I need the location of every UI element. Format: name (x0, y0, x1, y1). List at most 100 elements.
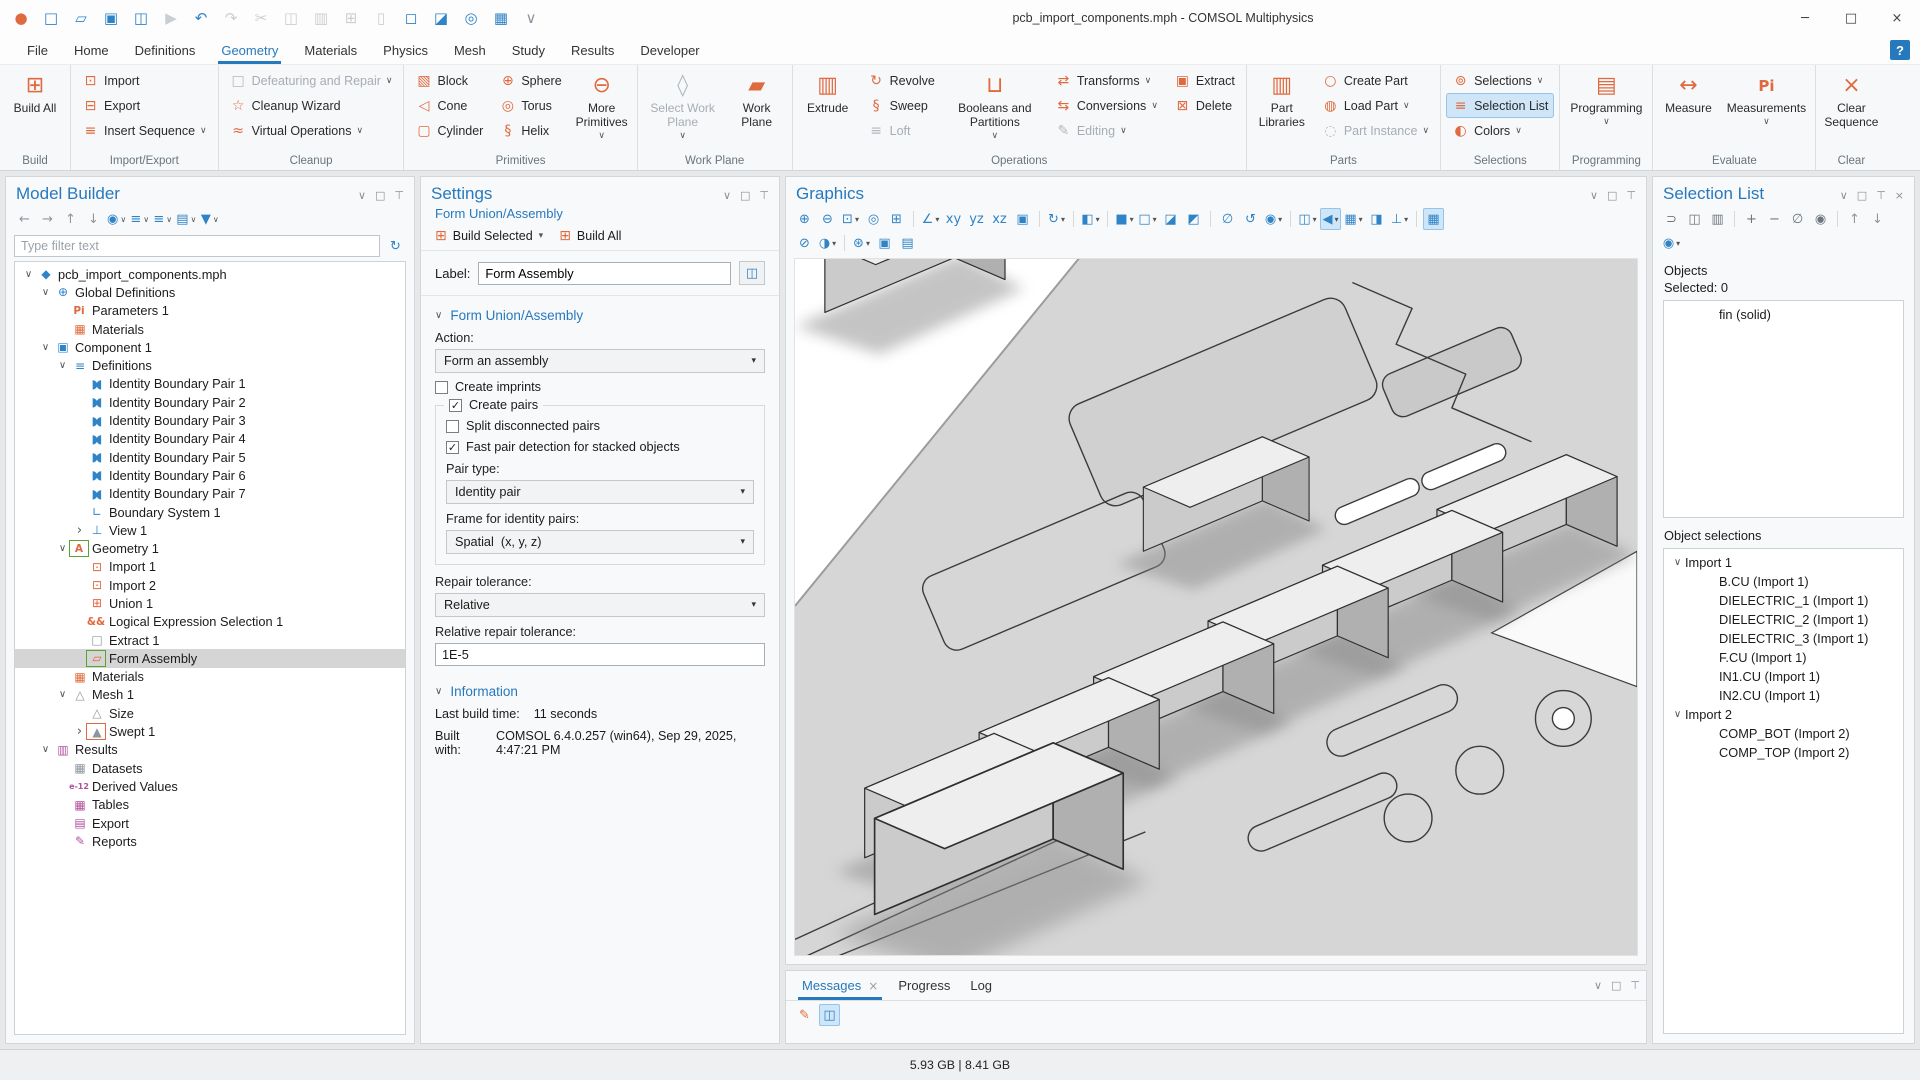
remove-color-button[interactable]: ⊘▾ (794, 232, 815, 254)
tree-item-size[interactable]: △ Size (15, 704, 405, 722)
environment-button[interactable]: ◨▾ (1366, 208, 1387, 230)
virtual-operations-button[interactable]: ≈Virtual Operations∨ (224, 118, 399, 143)
tree-item-identity-boundary-pair-6[interactable]: ◗◖ Identity Boundary Pair 6 (15, 466, 405, 484)
tree-item-geometry-1[interactable]: A Geometry 1 (15, 539, 405, 557)
build-all-settings-button[interactable]: ⊞ Build All (559, 228, 621, 244)
tree-item-global-definitions[interactable]: ⊕ Global Definitions (15, 283, 405, 301)
float-panel-icon[interactable]: □ (375, 190, 385, 201)
menu-materials[interactable]: Materials (291, 36, 370, 64)
float-panel-icon[interactable]: □ (1611, 980, 1621, 991)
part-libraries-button[interactable]: ▥ Part Libraries (1250, 68, 1314, 154)
message-options-button[interactable]: ◫▾ (819, 1004, 840, 1026)
collapse-panel-icon[interactable]: ∨ (358, 190, 366, 201)
relative-repair-tolerance-input[interactable]: 1E-5 (435, 643, 765, 666)
pair-type-select[interactable]: Identity pair▾ (446, 480, 754, 504)
build-selected-button[interactable]: ⊞ Build Selected▾ (435, 228, 543, 244)
update-button[interactable]: ⊛▾ (851, 232, 872, 254)
open-button[interactable]: ▱ (68, 5, 94, 31)
sweep-button[interactable]: §Sweep (862, 93, 941, 118)
menu-developer[interactable]: Developer (627, 36, 712, 64)
tree-item-form-assembly[interactable]: ▱ Form Assembly (15, 649, 405, 667)
view-xy-button[interactable]: xy▾ (943, 208, 964, 230)
pin-panel-icon[interactable]: ⊤ (759, 190, 769, 201)
qat-overflow-button[interactable]: ∨ (518, 5, 544, 31)
pin-panel-icon[interactable]: ⊤ (1876, 190, 1886, 201)
frame-select[interactable]: Spatial (x, y, z)▾ (446, 530, 754, 554)
rotate-button[interactable]: ↻▾ (1046, 208, 1067, 230)
maximize-button[interactable]: □ (1828, 0, 1874, 36)
collapse-panel-icon[interactable]: ∨ (1594, 980, 1602, 991)
split-disconnected-pairs-checkbox[interactable]: Split disconnected pairs (446, 419, 750, 433)
float-panel-icon[interactable]: □ (1607, 190, 1617, 201)
hide-selected-button[interactable]: ∅▾ (1217, 208, 1238, 230)
helix-button[interactable]: §Helix (493, 118, 567, 143)
select-objects-button[interactable]: ■▾ (1114, 208, 1135, 230)
menu-geometry[interactable]: Geometry (208, 36, 291, 64)
table-button[interactable]: ▦ (488, 5, 514, 31)
transforms-button[interactable]: ⇄Transforms∨ (1049, 68, 1164, 93)
section-form-union-assembly[interactable]: Form Union/Assembly (435, 308, 765, 323)
cylinder-button[interactable]: ▢Cylinder (409, 118, 489, 143)
mb-forward-button[interactable]: →∨ (37, 208, 58, 230)
export-button[interactable]: ⊟Export (76, 93, 213, 118)
tree-item-import-2[interactable]: ⊡ Import 2 (15, 576, 405, 594)
sort-descending-button[interactable]: ↓▾ (1867, 208, 1888, 230)
mb-move-up-button[interactable]: ↑∨ (60, 208, 81, 230)
select-box-button[interactable]: ◪▾ (1160, 208, 1181, 230)
tab-log[interactable]: Log (960, 971, 1002, 1000)
comment-button[interactable]: ◫ (739, 261, 765, 285)
zoom-in-button[interactable]: ⊕▾ (794, 208, 815, 230)
transparency-button[interactable]: ◧▾ (1080, 208, 1101, 230)
paste-selection-button[interactable]: ▥▾ (1707, 208, 1728, 230)
tree-item-results[interactable]: ▥ Results (15, 741, 405, 759)
menu-mesh[interactable]: Mesh (441, 36, 499, 64)
insert-sequence-button[interactable]: ≡Insert Sequence∨ (76, 118, 213, 143)
tree-item-swept-1[interactable]: ▲ Swept 1 (15, 722, 405, 740)
zoom-extents-button[interactable]: ⊞▾ (886, 208, 907, 230)
help-button[interactable]: ? (1890, 40, 1910, 60)
paste-button[interactable]: ▥ (308, 5, 334, 31)
pin-panel-icon[interactable]: ⊤ (1630, 980, 1640, 991)
delete-button[interactable]: ▯ (368, 5, 394, 31)
tree-item-boundary-system-1[interactable]: ∟ Boundary System 1 (15, 503, 405, 521)
pin-panel-icon[interactable]: ⊤ (1626, 190, 1636, 201)
save-search-button[interactable]: ◫ (128, 5, 154, 31)
selection-item-dielectric-2[interactable]: DIELECTRIC_2 (Import 1) (1664, 610, 1903, 629)
menu-results[interactable]: Results (558, 36, 627, 64)
collapse-panel-icon[interactable]: ∨ (1590, 190, 1598, 201)
tree-item-definitions[interactable]: ≡ Definitions (15, 356, 405, 374)
menu-physics[interactable]: Physics (370, 36, 441, 64)
booleans-partitions-button[interactable]: ⊔ Booleans and Partitions∨ (943, 68, 1047, 154)
tree-item-datasets[interactable]: ▦ Datasets (15, 759, 405, 777)
tree-item-identity-boundary-pair-3[interactable]: ◗◖ Identity Boundary Pair 3 (15, 411, 405, 429)
tree-item-import-1[interactable]: ⊡ Import 1 (15, 558, 405, 576)
selection-list-button[interactable]: ≡Selection List (1446, 93, 1554, 118)
app-icon[interactable]: ● (8, 5, 34, 31)
model-tree[interactable]: ◆ pcb_import_components.mph ⊕ Global Def… (14, 261, 406, 1035)
tree-item-identity-boundary-pair-4[interactable]: ◗◖ Identity Boundary Pair 4 (15, 430, 405, 448)
more-primitives-button[interactable]: ⊖ More Primitives∨ (570, 68, 634, 154)
tree-item-mesh-1[interactable]: △ Mesh 1 (15, 686, 405, 704)
selection-item-in1cu[interactable]: IN1.CU (Import 1) (1664, 667, 1903, 686)
add-button[interactable]: +▾ (1741, 208, 1762, 230)
torus-button[interactable]: ◎Torus (493, 93, 567, 118)
tree-item-materials[interactable]: ▦ Materials (15, 668, 405, 686)
tree-item-identity-boundary-pair-1[interactable]: ◗◖ Identity Boundary Pair 1 (15, 375, 405, 393)
select-boundaries-button[interactable]: □▾ (1137, 208, 1158, 230)
fast-pair-detection-checkbox[interactable]: Fast pair detection for stacked objects (446, 440, 750, 454)
graphics-canvas[interactable] (794, 258, 1638, 956)
create-part-button[interactable]: ○Create Part (1316, 68, 1435, 93)
object-item-fin[interactable]: fin (solid) (1664, 305, 1903, 324)
cone-button[interactable]: ◁Cone (409, 93, 489, 118)
selection-item-import-1[interactable]: Import 1 (1664, 553, 1903, 572)
save-button[interactable]: ▣ (98, 5, 124, 31)
mb-move-down-button[interactable]: ↓∨ (83, 208, 104, 230)
link-button[interactable]: ⊃▾ (1661, 208, 1682, 230)
tree-item-tables[interactable]: ▦ Tables (15, 796, 405, 814)
camera-view-button[interactable]: ▣▾ (1012, 208, 1033, 230)
tree-item-identity-boundary-pair-2[interactable]: ◗◖ Identity Boundary Pair 2 (15, 393, 405, 411)
tab-progress[interactable]: Progress (888, 971, 960, 1000)
snapshot-button[interactable]: ▣▾ (874, 232, 895, 254)
delete-button-ribbon[interactable]: ⊠Delete (1168, 93, 1241, 118)
mb-filter-button[interactable]: ▼∨ (199, 208, 220, 230)
